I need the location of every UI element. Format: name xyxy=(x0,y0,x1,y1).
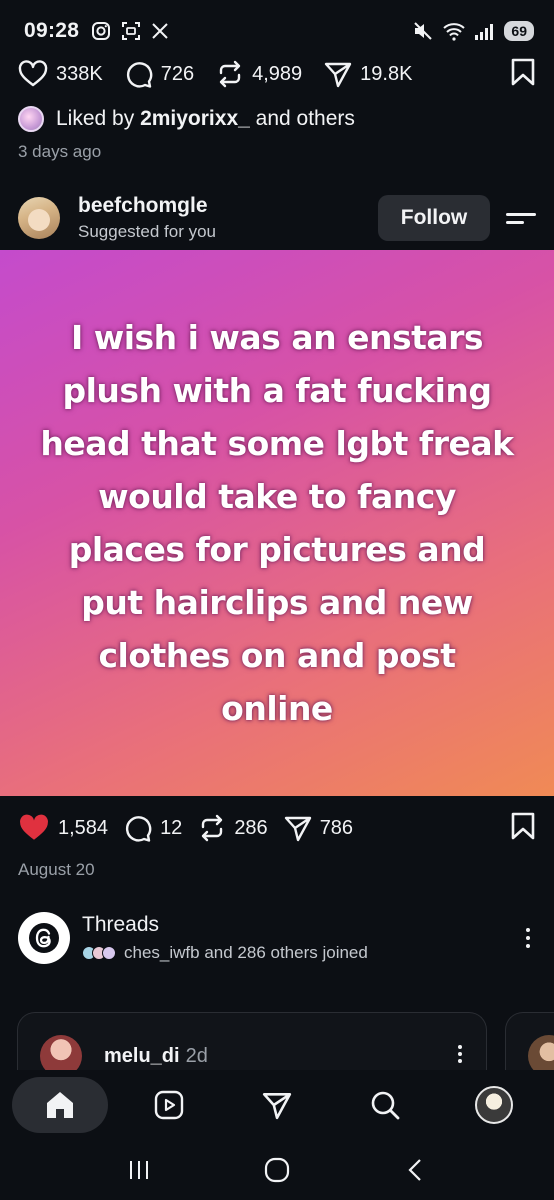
recents-button[interactable] xyxy=(109,1150,169,1190)
follow-button[interactable]: Follow xyxy=(378,195,490,241)
post-header: beefchomgle Suggested for you Follow xyxy=(18,190,536,246)
heart-filled-icon xyxy=(20,814,48,840)
back-button[interactable] xyxy=(385,1150,445,1190)
profile-avatar xyxy=(474,1086,513,1124)
repost-count: 286 xyxy=(234,816,268,839)
signal-icon xyxy=(475,24,494,40)
card-options-icon[interactable] xyxy=(458,1045,462,1063)
repost-count: 4,989 xyxy=(252,62,303,85)
threads-joined: ches_iwfb and 286 others joined xyxy=(82,943,368,963)
post-image[interactable]: I wish i was an enstars plush with a fat… xyxy=(0,250,554,796)
bookmark-icon xyxy=(511,58,535,85)
repost-button[interactable]: 4,989 xyxy=(216,60,302,88)
threads-title: Threads xyxy=(82,913,160,936)
like-count: 1,584 xyxy=(58,816,109,839)
card-time: 2d xyxy=(185,1045,208,1067)
post-author: beefchomgle Suggested for you xyxy=(78,194,216,242)
comment-icon xyxy=(126,816,152,842)
comment-button[interactable]: 12 xyxy=(124,814,182,842)
repost-button[interactable]: 286 xyxy=(198,814,268,842)
nav-home[interactable] xyxy=(12,1077,109,1133)
threads-info: Threads ches_iwfb and 286 others joined xyxy=(82,913,368,963)
nav-profile[interactable] xyxy=(446,1077,542,1133)
status-right-icons: 69 xyxy=(412,20,534,42)
more-options-icon[interactable] xyxy=(520,922,536,954)
home-icon xyxy=(47,1092,74,1118)
mute-icon xyxy=(414,22,433,40)
back-icon xyxy=(408,1159,421,1181)
save-button[interactable] xyxy=(510,812,536,845)
bottom-nav xyxy=(0,1070,554,1140)
repost-icon xyxy=(202,814,223,842)
like-count: 338K xyxy=(56,62,103,85)
nav-direct[interactable] xyxy=(229,1077,325,1133)
home-system-button[interactable] xyxy=(247,1150,307,1190)
threads-suggestion[interactable]: Threads ches_iwfb and 286 others joined xyxy=(18,910,536,966)
system-nav xyxy=(0,1140,554,1200)
bookmark-icon xyxy=(511,812,535,839)
share-count: 19.8K xyxy=(360,62,413,85)
post-actions: 1,584 12 286 786 xyxy=(18,808,536,848)
share-button[interactable]: 786 xyxy=(284,814,353,842)
status-bar: 09:28 69 xyxy=(0,0,554,62)
send-icon xyxy=(284,816,311,842)
suggested-label: Suggested for you xyxy=(78,222,216,241)
battery-icon: 69 xyxy=(504,21,534,41)
post-date: August 20 xyxy=(18,860,95,879)
comment-count: 12 xyxy=(160,816,183,839)
share-count: 786 xyxy=(319,816,354,839)
threads-joined-text: ches_iwfb and 286 others joined xyxy=(124,943,368,962)
like-button[interactable]: 1,584 xyxy=(18,813,108,843)
reels-icon xyxy=(154,1090,183,1120)
home-circle-icon xyxy=(264,1157,290,1183)
liker-username: 2miyorixx_ xyxy=(140,107,250,130)
instagram-icon xyxy=(92,22,111,40)
comment-button[interactable]: 726 xyxy=(125,60,194,88)
nav-search[interactable] xyxy=(337,1077,433,1133)
send-icon xyxy=(324,62,352,88)
like-button[interactable]: 338K xyxy=(18,60,103,88)
avatar[interactable] xyxy=(18,197,60,239)
joined-avatars xyxy=(82,946,116,960)
save-button[interactable] xyxy=(510,58,536,91)
liked-by-text: Liked by 2miyorixx_ and others xyxy=(56,107,355,130)
card-username: melu_di 2d xyxy=(104,1045,208,1067)
nav-reels[interactable] xyxy=(121,1077,217,1133)
comment-icon xyxy=(126,62,152,88)
liker-avatar xyxy=(18,106,44,132)
direct-icon xyxy=(262,1093,292,1120)
heart-outline-icon xyxy=(18,60,48,87)
post-image-text: I wish i was an enstars plush with a fat… xyxy=(40,318,514,728)
recents-icon xyxy=(130,1161,148,1179)
status-time: 09:28 xyxy=(24,19,80,42)
x-logo-icon xyxy=(152,23,168,39)
status-left-icons xyxy=(91,21,169,41)
options-menu-icon[interactable] xyxy=(506,208,536,229)
post-time-ago: 3 days ago xyxy=(18,142,102,161)
threads-logo-icon xyxy=(18,912,70,964)
repost-icon xyxy=(219,60,241,88)
screen-recorder-icon xyxy=(122,22,141,40)
wifi-icon xyxy=(443,23,466,41)
liked-by[interactable]: Liked by 2miyorixx_ and others xyxy=(18,106,355,132)
search-icon xyxy=(372,1091,400,1120)
prev-post-actions: 338K 726 4,989 19.8K xyxy=(18,56,536,92)
share-button[interactable]: 19.8K xyxy=(324,60,412,88)
username[interactable]: beefchomgle xyxy=(78,194,216,218)
comment-count: 726 xyxy=(160,62,195,85)
